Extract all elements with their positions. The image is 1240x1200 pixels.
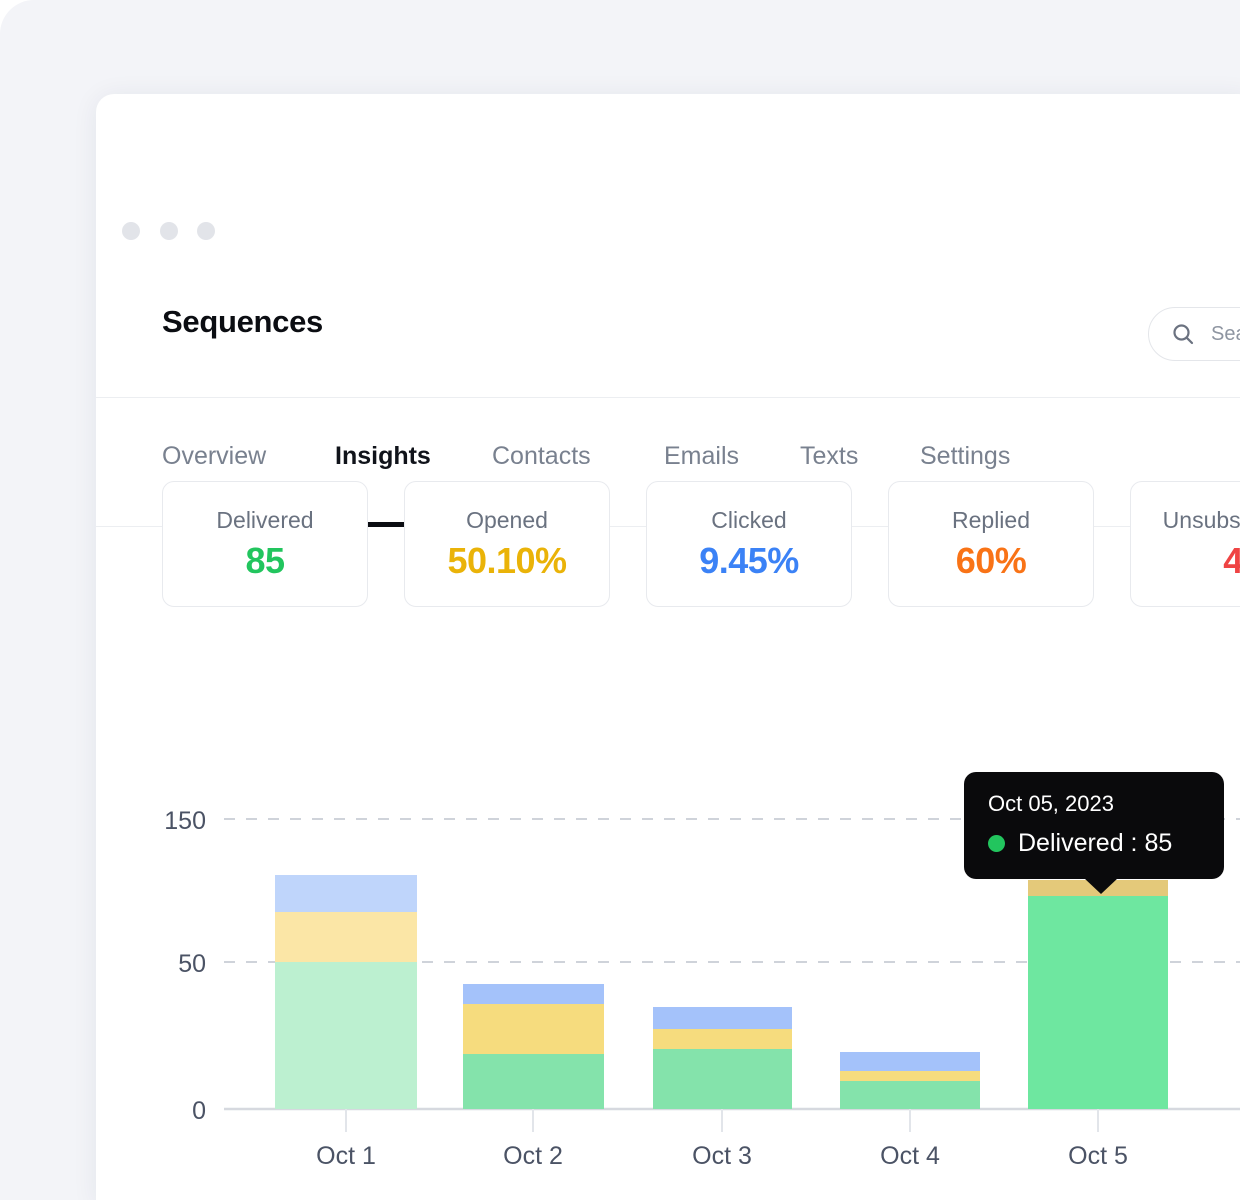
y-tick-label-150: 150: [164, 807, 206, 835]
bar-segment-clicked[interactable]: [275, 875, 417, 912]
y-tick-label-50: 50: [178, 950, 206, 978]
stat-label: Replied: [952, 506, 1030, 533]
window-dot-maximize[interactable]: [197, 222, 215, 240]
bar-segment-delivered[interactable]: [840, 1081, 980, 1109]
bar-group-oct-2[interactable]: [463, 984, 604, 1109]
bar-group-oct-5[interactable]: [1028, 880, 1168, 1109]
x-tick-label-oct-3: Oct 3: [692, 1142, 752, 1170]
stat-card-clicked[interactable]: Clicked 9.45%: [646, 481, 852, 607]
tooltip-series-dot: [988, 835, 1005, 852]
chart-tooltip: Oct 05, 2023 Delivered : 85: [964, 772, 1224, 894]
bar-segment-delivered[interactable]: [1028, 896, 1168, 1109]
stat-card-row: Delivered 85 Opened 50.10% Clicked 9.45%…: [162, 481, 1240, 611]
window-titlebar: [96, 94, 1240, 240]
x-tick-label-oct-4: Oct 4: [880, 1142, 940, 1170]
stat-label: Unsubscribed: [1162, 506, 1240, 533]
search-box[interactable]: [1148, 307, 1240, 361]
search-input[interactable]: [1211, 322, 1240, 346]
tab-emails[interactable]: Emails: [664, 442, 739, 471]
bar-group-oct-4[interactable]: [840, 1052, 980, 1109]
page-backdrop: Sequences Overview Insights Contacts Ema…: [0, 0, 1240, 1200]
bar-segment-opened[interactable]: [275, 912, 417, 962]
tab-contacts[interactable]: Contacts: [492, 442, 591, 471]
app-window: Sequences Overview Insights Contacts Ema…: [96, 94, 1240, 1200]
tab-insights[interactable]: Insights: [335, 442, 431, 471]
stat-value: 60%: [955, 539, 1027, 581]
window-dot-close[interactable]: [122, 222, 140, 240]
tooltip-series-text: Delivered : 85: [1018, 829, 1173, 857]
insights-chart: 150 50 0 Oct 1 Oct 2 Oct 3 Oct 4 Oct 5 O…: [96, 654, 1240, 1200]
stacked-bar-chart: 150 50 0 Oct 1 Oct 2 Oct 3 Oct 4 Oct 5: [164, 807, 1240, 1170]
tooltip-series-row: Delivered : 85: [988, 829, 1200, 858]
search-icon: [1171, 322, 1195, 346]
bar-segment-clicked[interactable]: [840, 1052, 980, 1071]
window-dot-minimize[interactable]: [160, 222, 178, 240]
bar-group-oct-1[interactable]: [275, 875, 417, 1109]
stat-card-unsubscribed[interactable]: Unsubscribed 4: [1130, 481, 1240, 607]
stat-value: 9.45%: [699, 539, 799, 581]
tooltip-arrow: [1084, 878, 1118, 894]
page-header: Sequences: [96, 258, 1240, 398]
stat-label: Clicked: [711, 506, 787, 533]
bar-segment-clicked[interactable]: [463, 984, 604, 1004]
stat-card-replied[interactable]: Replied 60%: [888, 481, 1094, 607]
stat-value: 4: [1223, 539, 1240, 581]
bar-segment-delivered[interactable]: [653, 1049, 792, 1109]
bar-segment-opened[interactable]: [463, 1004, 604, 1054]
page-title: Sequences: [162, 304, 323, 339]
bar-group-oct-3[interactable]: [653, 1007, 792, 1109]
bar-segment-opened[interactable]: [653, 1029, 792, 1049]
tab-texts[interactable]: Texts: [800, 442, 858, 471]
x-tick-label-oct-5: Oct 5: [1068, 1142, 1128, 1170]
x-tick-label-oct-1: Oct 1: [316, 1142, 376, 1170]
bar-segment-clicked[interactable]: [653, 1007, 792, 1029]
stat-value: 50.10%: [447, 539, 567, 581]
x-tick-label-oct-2: Oct 2: [503, 1142, 563, 1170]
tab-overview[interactable]: Overview: [162, 442, 266, 471]
bar-segment-delivered[interactable]: [463, 1054, 604, 1109]
bar-segment-opened[interactable]: [840, 1071, 980, 1081]
bar-segment-delivered[interactable]: [275, 962, 417, 1109]
tab-settings[interactable]: Settings: [920, 442, 1010, 471]
stat-label: Delivered: [216, 506, 314, 533]
stat-label: Opened: [466, 506, 548, 533]
y-tick-label-0: 0: [192, 1097, 206, 1125]
stat-value: 85: [245, 539, 285, 581]
stat-card-opened[interactable]: Opened 50.10%: [404, 481, 610, 607]
tooltip-date: Oct 05, 2023: [988, 791, 1114, 816]
stat-card-delivered[interactable]: Delivered 85: [162, 481, 368, 607]
